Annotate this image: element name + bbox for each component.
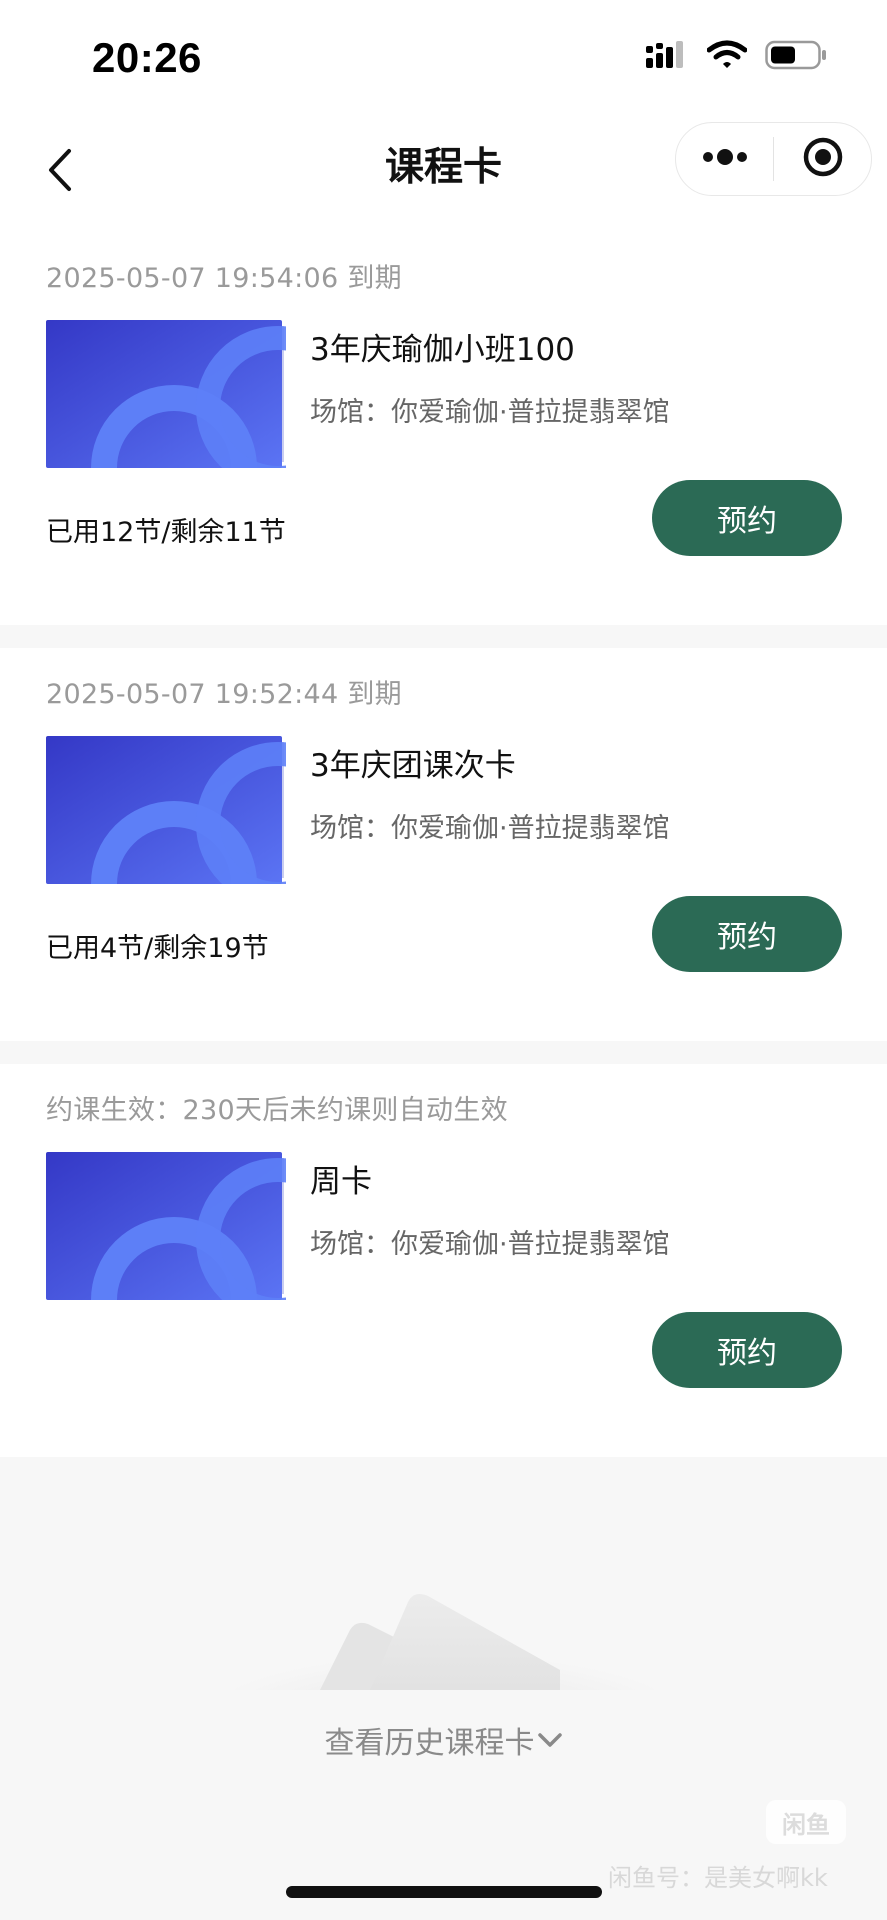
card-usage: 已用4节/剩余19节 xyxy=(46,933,269,964)
watermark-logo: 闲鱼 xyxy=(766,1800,846,1844)
history-link-label: 查看历史课程卡 xyxy=(324,1726,535,1761)
home-indicator[interactable] xyxy=(286,1886,602,1898)
more-menu-button[interactable] xyxy=(676,123,773,195)
course-card: 约课生效：230天后未约课则自动生效 周卡 场馆：你爱瑜伽·普拉提翡翠馆 预约 xyxy=(0,1064,887,1457)
book-button[interactable]: 预约 xyxy=(652,896,842,972)
close-mini-program-button[interactable] xyxy=(774,123,871,195)
book-button[interactable]: 预约 xyxy=(652,1312,842,1388)
card-name: 3年庆团课次卡 xyxy=(310,748,516,784)
card-thumbnail xyxy=(46,1152,360,1383)
card-venue: 场馆：你爱瑜伽·普拉提翡翠馆 xyxy=(310,397,670,428)
card-thumbnail xyxy=(46,320,360,551)
wifi-icon xyxy=(706,40,748,74)
chevron-down-icon xyxy=(537,1723,563,1758)
empty-cards-illustration xyxy=(230,1560,660,1690)
view-history-cards-link[interactable]: 查看历史课程卡 xyxy=(0,1718,887,1762)
card-venue: 场馆：你爱瑜伽·普拉提翡翠馆 xyxy=(310,1229,670,1260)
course-card: 2025-05-07 19:52:44 到期 3年庆团课次卡 场馆：你爱瑜伽·普… xyxy=(0,648,887,1041)
status-time: 20:26 xyxy=(92,34,202,81)
watermark-text: 闲鱼号：是美女啊kk xyxy=(608,1864,828,1892)
card-thumbnail xyxy=(46,736,360,967)
signal-icon xyxy=(645,40,689,74)
target-circle-icon xyxy=(802,136,844,182)
card-name: 3年庆瑜伽小班100 xyxy=(310,332,575,368)
status-bar: 20:26 xyxy=(0,0,887,112)
card-activation-note: 约课生效：230天后未约课则自动生效 xyxy=(46,1095,508,1126)
card-expiry: 2025-05-07 19:54:06 到期 xyxy=(46,263,402,294)
book-button[interactable]: 预约 xyxy=(652,480,842,556)
card-name: 周卡 xyxy=(310,1164,372,1200)
card-venue: 场馆：你爱瑜伽·普拉提翡翠馆 xyxy=(310,813,670,844)
course-cards-page: 20:26 课程卡 2025-05-07 19:54:06 到期 3年庆瑜伽小班… xyxy=(0,0,887,1920)
mini-program-capsule xyxy=(675,122,872,196)
course-card: 2025-05-07 19:54:06 到期 3年庆瑜伽小班100 场馆：你爱瑜… xyxy=(0,232,887,625)
card-expiry: 2025-05-07 19:52:44 到期 xyxy=(46,679,402,710)
card-usage: 已用12节/剩余11节 xyxy=(46,517,286,548)
navigation-bar: 课程卡 xyxy=(0,112,887,232)
status-icons xyxy=(645,40,827,74)
battery-icon xyxy=(765,40,827,74)
more-dots-icon xyxy=(702,147,748,171)
